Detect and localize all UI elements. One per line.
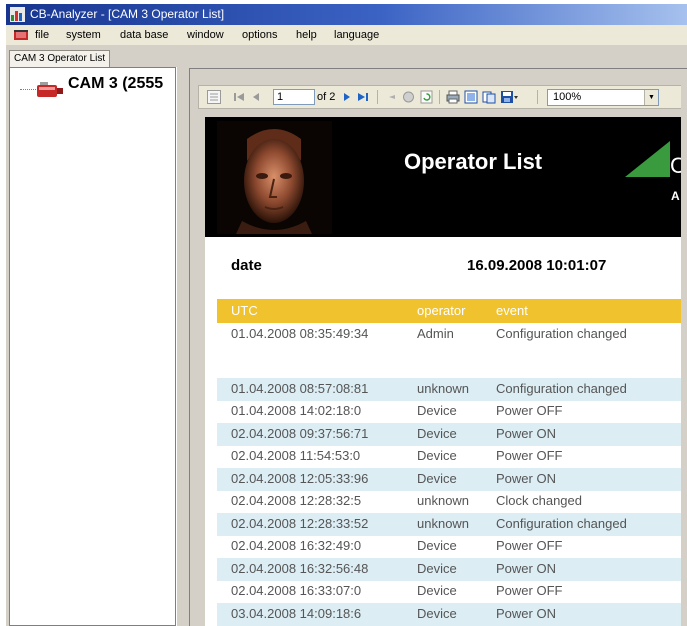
menu-options[interactable]: options <box>242 25 277 45</box>
table-row: 03.04.2008 14:09:18:6 Device Power ON <box>217 603 681 626</box>
cell-utc: 02.04.2008 12:28:32:5 <box>231 493 362 508</box>
menu-system[interactable]: system <box>66 25 101 45</box>
cell-utc: 02.04.2008 12:28:33:52 <box>231 516 369 531</box>
table-row: 01.04.2008 08:35:49:34 Admin Configurati… <box>217 323 681 346</box>
chevron-down-icon[interactable]: ▼ <box>644 90 658 105</box>
column-header-event: event <box>496 303 528 318</box>
first-page-icon[interactable] <box>233 90 245 104</box>
back-icon[interactable] <box>385 90 397 104</box>
app-icon <box>10 7 25 22</box>
table-row: 02.04.2008 12:05:33:96 Device Power ON <box>217 468 681 491</box>
table-row: 02.04.2008 16:33:07:0 Device Power OFF <box>217 580 681 603</box>
window-title: CB-Analyzer - [CAM 3 Operator List] <box>30 7 225 21</box>
stop-icon[interactable] <box>402 90 415 104</box>
zoom-value: 100% <box>553 91 582 103</box>
cell-utc: 01.04.2008 14:02:18:0 <box>231 403 362 418</box>
menu-language[interactable]: language <box>334 25 379 45</box>
cell-utc: 03.04.2008 14:09:18:6 <box>231 606 362 621</box>
document-tab-strip: CAM 3 Operator List <box>6 49 687 67</box>
zoom-select[interactable]: 100% ▼ <box>547 89 659 106</box>
column-header-operator: operator <box>417 303 466 318</box>
report-title: Operator List <box>404 149 543 174</box>
cell-operator: Device <box>417 538 457 553</box>
table-row: 01.04.2008 08:57:08:81 unknown Configura… <box>217 378 681 401</box>
tree-item-cam3[interactable]: CAM 3 (2555 <box>68 75 163 93</box>
cell-operator: unknown <box>417 493 470 508</box>
cell-utc: 02.04.2008 11:54:53:0 <box>231 448 361 463</box>
toolbar-separator <box>377 90 378 104</box>
column-header-utc: UTC <box>231 303 258 318</box>
toggle-tree-icon[interactable] <box>207 90 221 104</box>
table-row: 02.04.2008 12:28:32:5 unknown Clock chan… <box>217 490 681 513</box>
page-number-input[interactable] <box>273 89 315 105</box>
cell-utc: 02.04.2008 16:33:07:0 <box>231 583 362 598</box>
last-page-icon[interactable] <box>357 90 369 104</box>
cell-operator: Device <box>417 471 457 486</box>
table-row: 02.04.2008 16:32:49:0 Device Power OFF <box>217 535 681 558</box>
cell-event: Power OFF <box>496 583 563 598</box>
cell-event: Power OFF <box>496 538 563 553</box>
logo-letter: C <box>670 153 681 178</box>
menu-help[interactable]: help <box>296 25 317 45</box>
report-toolbar: of 2 100% ▼ <box>198 85 681 109</box>
cell-operator: unknown <box>417 381 470 396</box>
menu-window[interactable]: window <box>187 25 224 45</box>
export-icon[interactable] <box>500 90 518 104</box>
next-page-icon[interactable] <box>342 90 352 104</box>
table-row: 02.04.2008 09:37:56:71 Device Power ON <box>217 423 681 446</box>
cell-operator: Admin <box>417 326 454 341</box>
page-setup-icon[interactable] <box>482 90 496 104</box>
cell-utc: 01.04.2008 08:57:08:81 <box>231 381 369 396</box>
camera-device-icon <box>37 82 63 97</box>
cell-event: Power ON <box>496 606 556 621</box>
document-window-icon[interactable] <box>14 29 28 41</box>
previous-page-icon[interactable] <box>251 90 261 104</box>
cell-event: Clock changed <box>496 493 582 508</box>
cell-utc: 02.04.2008 16:32:49:0 <box>231 538 362 553</box>
table-row: 02.04.2008 11:54:53:0 Device Power OFF <box>217 445 681 468</box>
cell-event: Configuration changed <box>496 326 627 341</box>
report-header: Operator List C A <box>205 117 681 237</box>
print-icon[interactable] <box>446 90 460 104</box>
table-row: 02.04.2008 16:32:56:48 Device Power ON <box>217 558 681 581</box>
table-row: 01.04.2008 14:02:18:0 Device Power OFF <box>217 400 681 423</box>
cell-event: Configuration changed <box>496 381 627 396</box>
cell-operator: Device <box>417 606 457 621</box>
page-total-label: of 2 <box>317 91 336 103</box>
cell-utc: 02.04.2008 12:05:33:96 <box>231 471 369 486</box>
portrait-image <box>217 121 332 234</box>
cell-event: Power OFF <box>496 403 563 418</box>
date-value: 16.09.2008 10:01:07 <box>467 257 607 274</box>
cell-operator: Device <box>417 403 457 418</box>
cell-event: Power ON <box>496 426 556 441</box>
report-page: Operator List C A date 16.09.2008 10:01:… <box>205 117 681 626</box>
cell-operator: Device <box>417 426 457 441</box>
date-label: date <box>231 257 262 274</box>
print-layout-icon[interactable] <box>464 90 478 104</box>
logo-subtext: A <box>671 189 680 203</box>
cell-operator: Device <box>417 583 457 598</box>
cell-utc: 02.04.2008 09:37:56:71 <box>231 426 369 441</box>
refresh-icon[interactable] <box>420 90 433 104</box>
device-tree-panel: CAM 3 (2555 <box>9 67 176 626</box>
cell-operator: Device <box>417 561 457 576</box>
cell-event: Power ON <box>496 561 556 576</box>
cell-operator: unknown <box>417 516 470 531</box>
menu-bar: file system data base window options hel… <box>6 25 687 45</box>
tab-operator-list[interactable]: CAM 3 Operator List <box>9 50 111 67</box>
table-row: 02.04.2008 12:28:33:52 unknown Configura… <box>217 513 681 536</box>
cell-utc: 02.04.2008 16:32:56:48 <box>231 561 369 576</box>
table-header: UTC operator event <box>217 299 681 323</box>
menu-data-base[interactable]: data base <box>120 25 168 45</box>
cell-event: Configuration changed <box>496 516 627 531</box>
toolbar-separator <box>537 90 538 104</box>
panel-splitter[interactable] <box>176 67 187 626</box>
menu-file[interactable]: file <box>35 25 49 45</box>
cell-event: Power ON <box>496 471 556 486</box>
title-bar[interactable]: CB-Analyzer - [CAM 3 Operator List] <box>6 4 687 25</box>
cell-utc: 01.04.2008 08:35:49:34 <box>231 326 369 341</box>
toolbar-separator <box>439 90 440 104</box>
cell-operator: Device <box>417 448 457 463</box>
cell-event: Power OFF <box>496 448 563 463</box>
